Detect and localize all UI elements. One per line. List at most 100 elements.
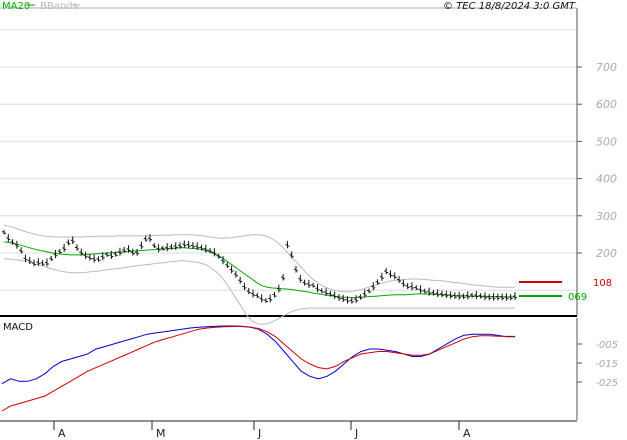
price-bar bbox=[285, 241, 290, 249]
x-axis-ticks: AMJJA bbox=[53, 421, 471, 440]
price-bar bbox=[135, 248, 140, 256]
macd-y-label: -005 bbox=[595, 340, 618, 351]
price-bar bbox=[465, 291, 470, 300]
price-bar bbox=[208, 248, 213, 253]
price-bar bbox=[251, 289, 256, 298]
bbands-lines bbox=[3, 224, 515, 325]
price-bar bbox=[242, 282, 247, 291]
price-bar bbox=[96, 256, 101, 262]
price-bar bbox=[229, 265, 234, 274]
price-bar bbox=[143, 235, 148, 242]
legend-ma20: MA20 bbox=[2, 1, 30, 12]
price-bar bbox=[311, 282, 316, 288]
price-bar bbox=[319, 288, 324, 294]
price-bar bbox=[62, 243, 67, 252]
price-bar bbox=[371, 282, 376, 291]
price-bar bbox=[109, 250, 114, 260]
legend-bbands: BBands bbox=[40, 1, 78, 12]
price-bar bbox=[40, 260, 45, 266]
price-bar bbox=[2, 229, 6, 235]
bbands-upper-line bbox=[3, 224, 515, 293]
macd-lines bbox=[1, 325, 515, 412]
price-y-label: 500 bbox=[596, 135, 617, 148]
price-bar bbox=[255, 292, 260, 299]
price-bar bbox=[212, 248, 217, 257]
price-bar bbox=[173, 242, 178, 250]
ma20-series bbox=[3, 241, 515, 299]
stock-chart: 700 600 500 400 300 200 108 069 MA20 BBands © … bbox=[0, 1, 618, 440]
price-bar bbox=[139, 241, 144, 250]
price-bar bbox=[392, 272, 397, 280]
price-bar bbox=[186, 241, 191, 249]
price-bar bbox=[302, 279, 307, 286]
price-bar bbox=[367, 288, 371, 294]
price-bar bbox=[268, 294, 273, 303]
price-bar bbox=[440, 290, 444, 298]
macd-y-axis: -005 -015 -025 bbox=[577, 340, 618, 389]
price-bar bbox=[216, 253, 221, 259]
price-bar bbox=[92, 254, 97, 263]
bbands-lower-line bbox=[3, 258, 515, 325]
x-tick-label: J bbox=[257, 427, 261, 440]
price-bar bbox=[160, 245, 165, 251]
price-bar bbox=[53, 250, 58, 259]
signal-line bbox=[1, 326, 515, 412]
price-bar bbox=[354, 295, 359, 304]
price-bar bbox=[75, 244, 79, 251]
price-bar bbox=[444, 290, 449, 299]
price-bar bbox=[388, 270, 393, 278]
price-bar bbox=[238, 276, 243, 284]
price-bar bbox=[156, 244, 161, 253]
price-bar bbox=[332, 291, 337, 300]
marker-label: 069 bbox=[568, 292, 587, 303]
marker-label: 108 bbox=[593, 278, 612, 289]
price-bar bbox=[418, 285, 423, 294]
price-gridlines bbox=[0, 29, 577, 291]
price-bar bbox=[289, 251, 294, 259]
price-bar bbox=[315, 284, 320, 293]
price-bar bbox=[294, 265, 298, 273]
copyright-text: © TEC 18/8/2024 3:0 GMT bbox=[443, 1, 576, 12]
price-bar bbox=[6, 233, 11, 242]
price-bar bbox=[401, 279, 406, 288]
price-bar bbox=[66, 239, 71, 246]
macd-y-label: -015 bbox=[595, 359, 618, 370]
price-bar bbox=[405, 283, 410, 290]
price-bars bbox=[2, 229, 517, 304]
price-bar bbox=[182, 240, 187, 248]
price-bar bbox=[233, 270, 238, 278]
price-bar bbox=[379, 272, 384, 281]
x-tick-label: M bbox=[156, 427, 166, 440]
price-bar bbox=[32, 259, 37, 267]
price-y-label: 200 bbox=[596, 247, 617, 260]
macd-line bbox=[1, 325, 515, 385]
macd-title: MACD bbox=[3, 322, 33, 333]
price-bar bbox=[513, 292, 517, 301]
price-bar bbox=[298, 274, 303, 283]
x-tick-label: J bbox=[354, 427, 358, 440]
price-bar bbox=[152, 242, 157, 249]
x-tick-label: A bbox=[463, 427, 471, 440]
price-bar bbox=[422, 288, 427, 294]
price-y-axis: 700 600 500 400 300 200 bbox=[577, 61, 617, 260]
price-bar bbox=[259, 294, 264, 303]
price-bar bbox=[474, 290, 479, 300]
price-bar bbox=[44, 258, 49, 267]
price-bar bbox=[70, 236, 75, 245]
price-bar bbox=[263, 298, 268, 303]
price-bar bbox=[487, 293, 492, 301]
price-bar bbox=[272, 292, 277, 298]
price-bar bbox=[349, 297, 354, 304]
x-tick-label: A bbox=[58, 427, 66, 440]
price-bar bbox=[130, 248, 135, 256]
price-bar bbox=[409, 282, 414, 291]
price-bar bbox=[414, 285, 419, 291]
price-bar bbox=[384, 268, 389, 275]
macd-y-label: -025 bbox=[595, 378, 618, 389]
price-y-label: 600 bbox=[596, 98, 617, 111]
price-bar bbox=[246, 288, 251, 295]
price-bar bbox=[470, 292, 475, 298]
price-bar bbox=[281, 274, 286, 281]
price-bar bbox=[306, 279, 311, 288]
price-bar bbox=[341, 294, 346, 303]
